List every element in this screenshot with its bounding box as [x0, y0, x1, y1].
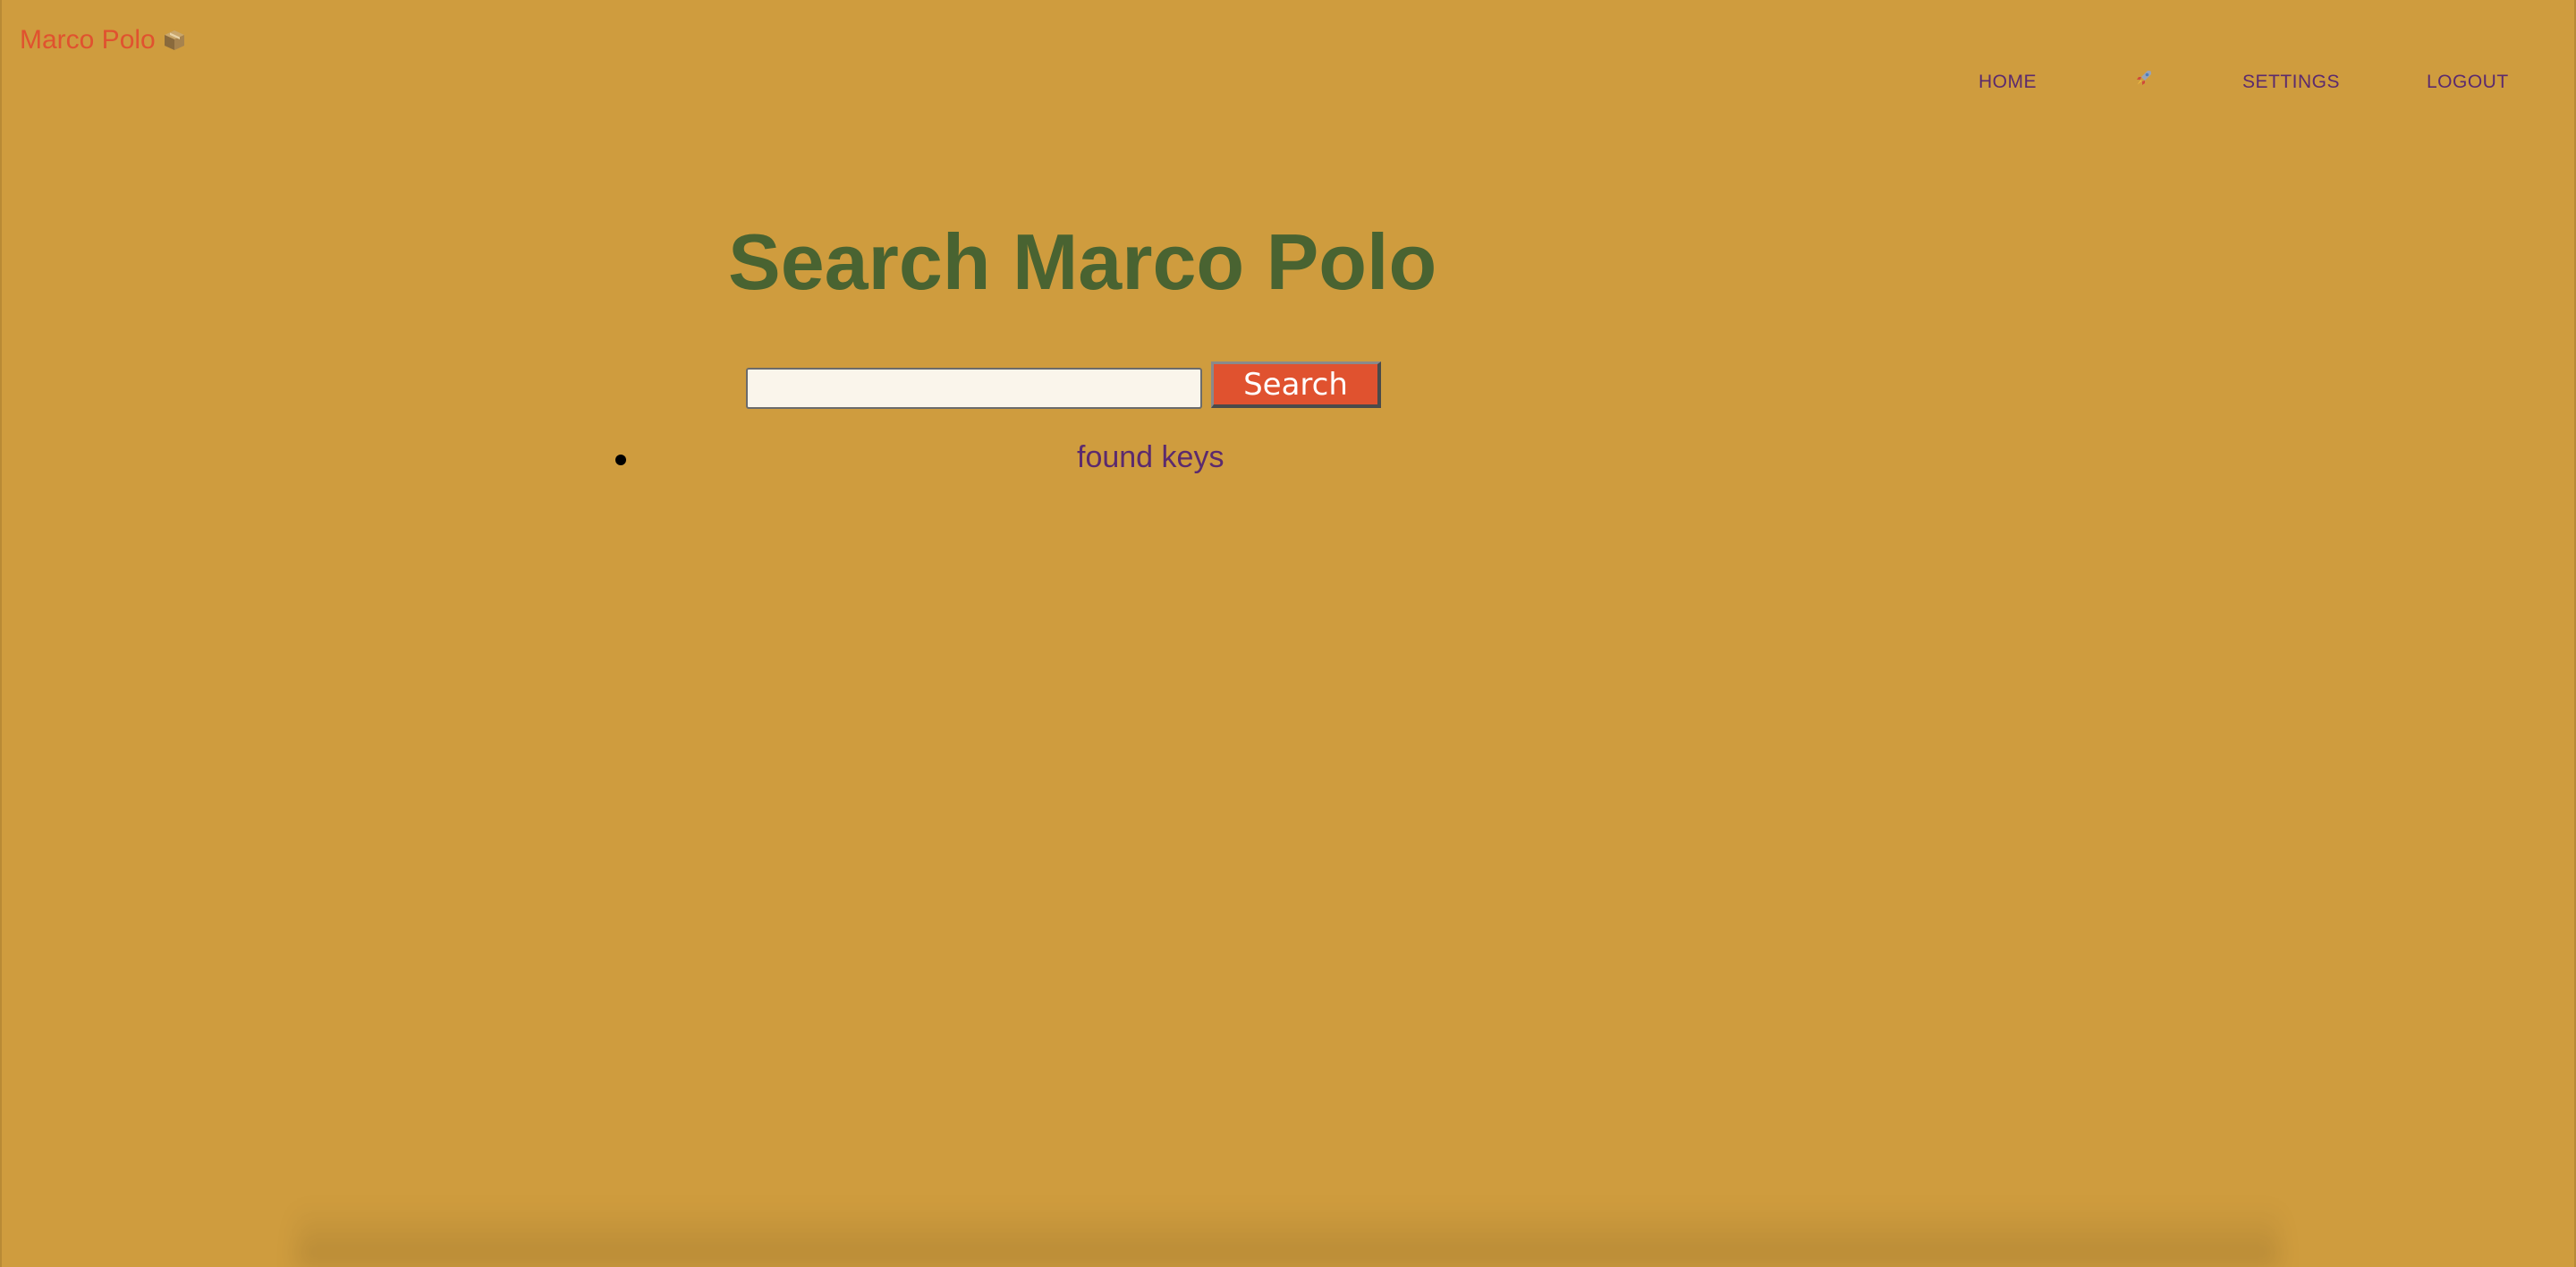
search-button[interactable]: Search [1211, 361, 1381, 408]
nav-settings-link[interactable]: SETTINGS [2242, 72, 2340, 93]
page: Marco Polo HOME SETTINGS LOGOUT Search M… [0, 0, 2576, 1267]
bottom-shadow [297, 1204, 2279, 1267]
nav-rocket-link[interactable] [2134, 68, 2154, 93]
page-title: Search Marco Polo [728, 217, 1437, 306]
search-input[interactable] [746, 368, 1202, 409]
rocket-icon [2137, 71, 2151, 85]
bullet-marker [615, 455, 626, 465]
brand-name: Marco Polo [20, 25, 156, 55]
nav-logout-link[interactable]: LOGOUT [2427, 72, 2509, 93]
nav-home-link[interactable]: HOME [1979, 72, 2037, 93]
result-link[interactable]: found keys [1077, 440, 1224, 475]
search-form: Search [746, 361, 1381, 412]
list-item: found keys [615, 438, 1671, 478]
package-icon [164, 30, 184, 50]
results-list: found keys [615, 438, 1671, 478]
brand-link[interactable]: Marco Polo [20, 25, 186, 55]
